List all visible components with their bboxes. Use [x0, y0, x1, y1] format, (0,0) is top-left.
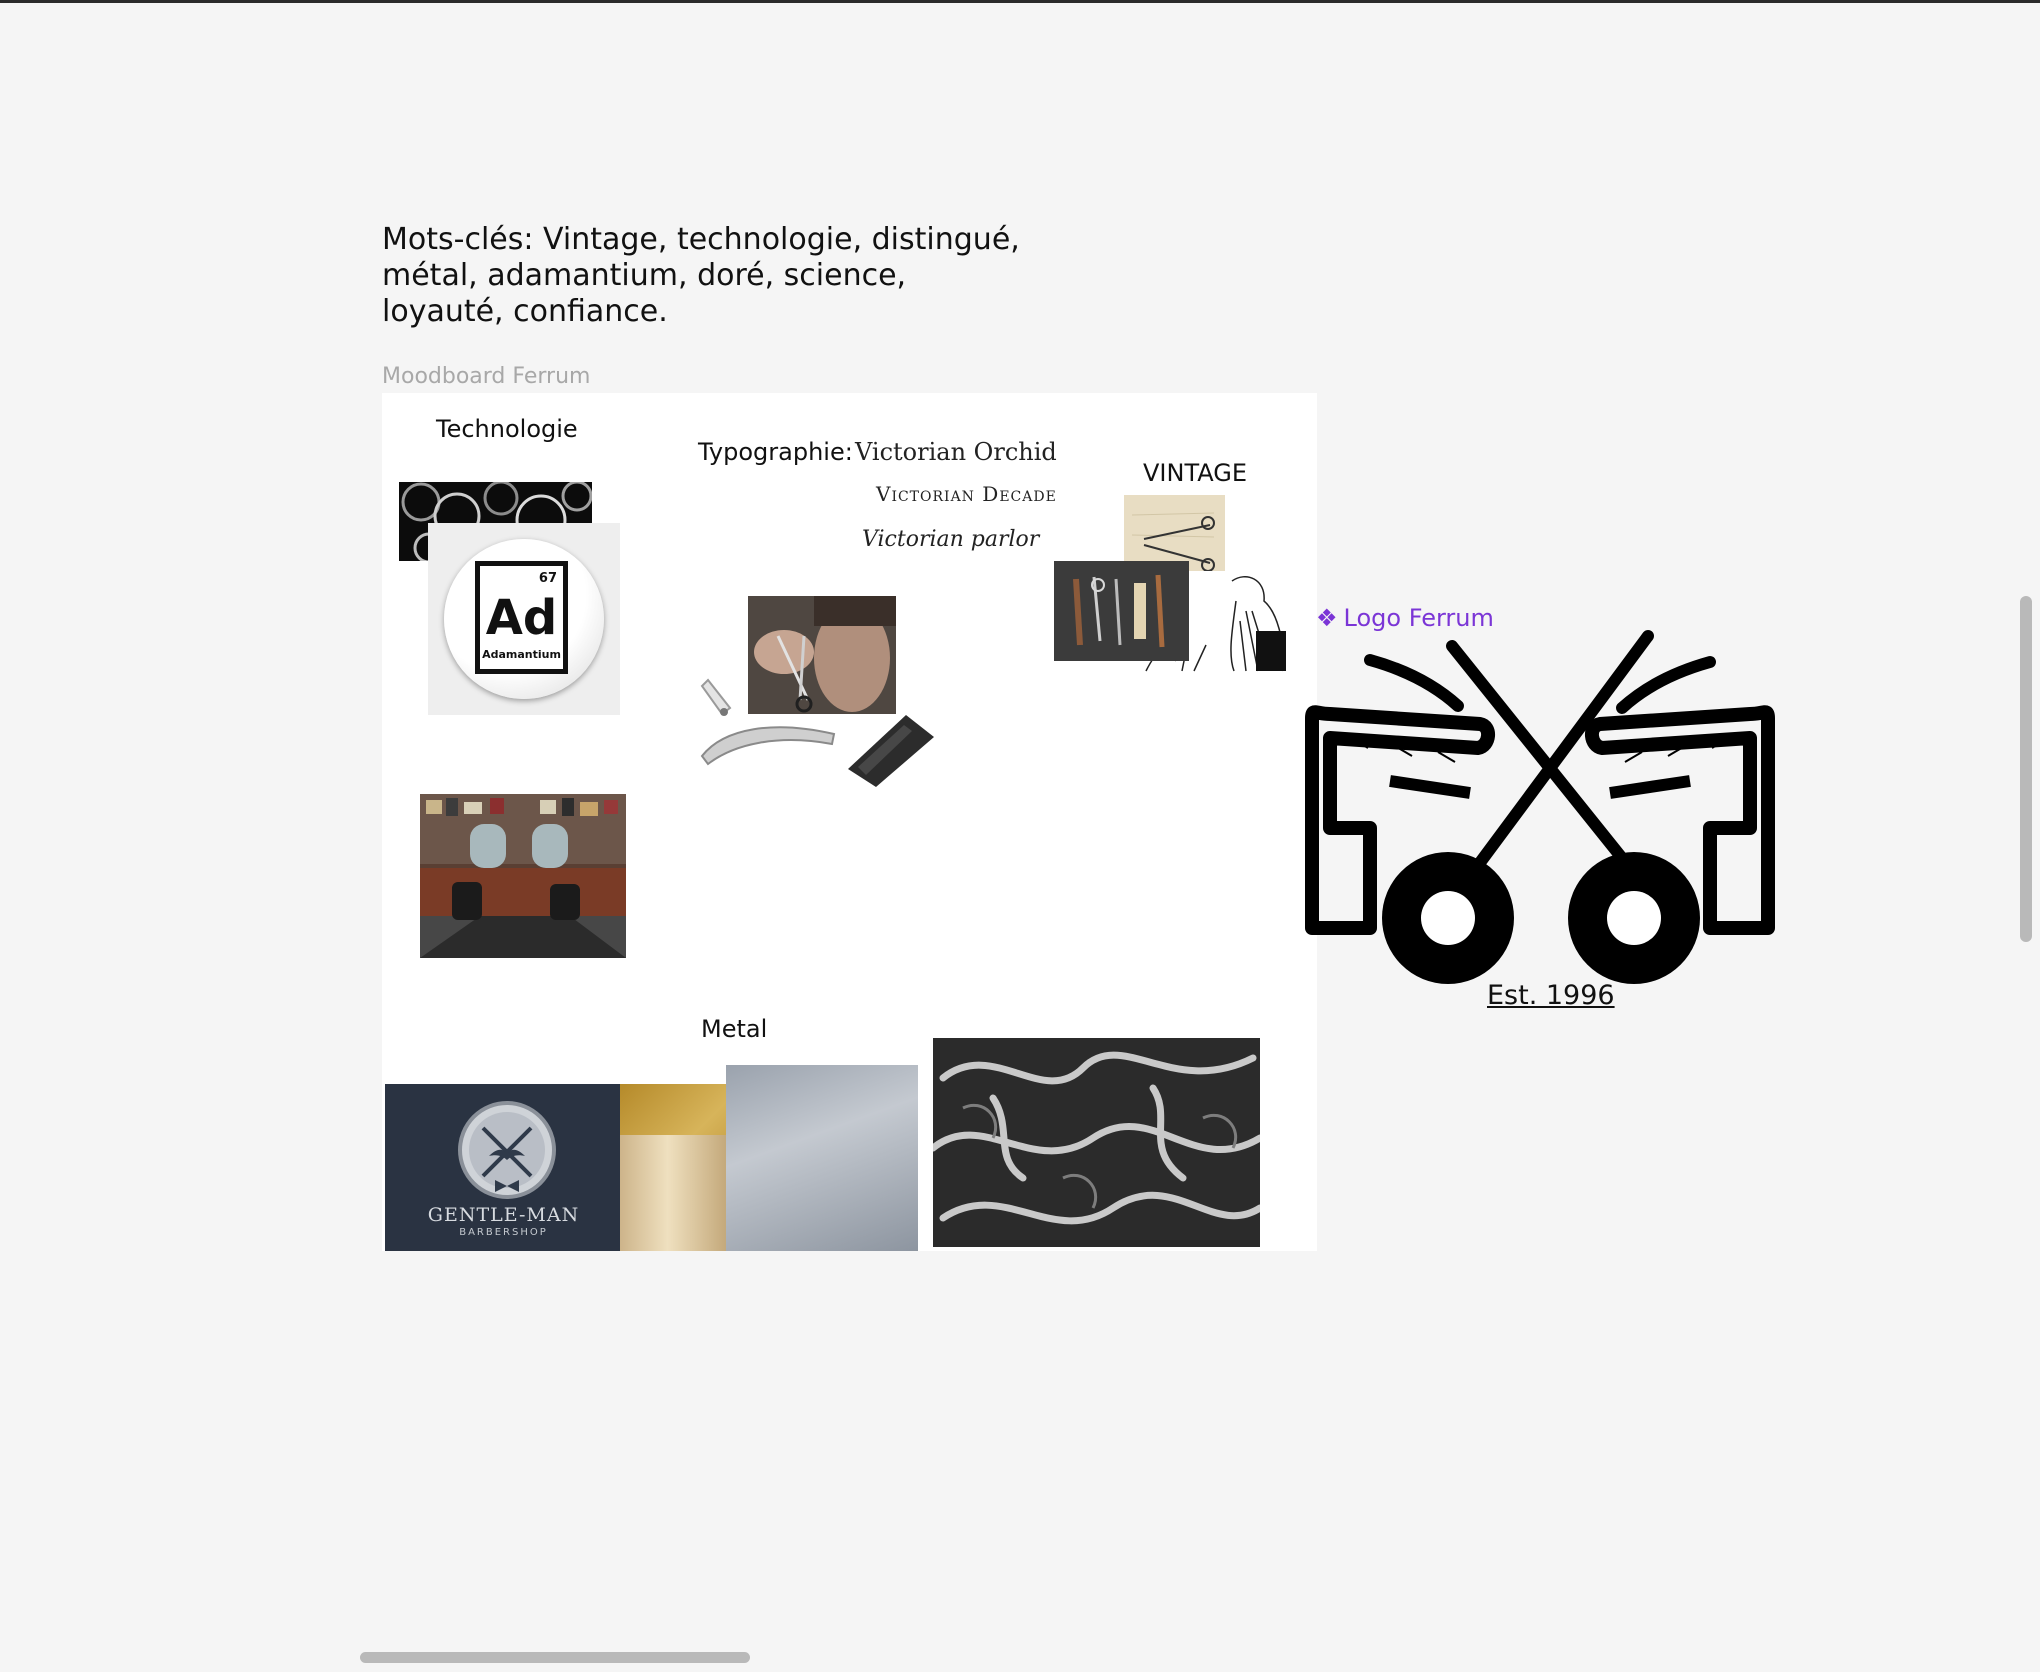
- label-metal: Metal: [701, 1015, 768, 1043]
- horizontal-scrollbar[interactable]: [360, 1652, 750, 1663]
- label-vintage: VINTAGE: [1143, 459, 1248, 487]
- image-silver-filigree[interactable]: [933, 1038, 1260, 1247]
- image-adamantium-badge[interactable]: 67 Ad Adamantium: [428, 523, 620, 715]
- image-brushed-steel[interactable]: [726, 1065, 918, 1251]
- label-technologie: Technologie: [436, 415, 578, 443]
- font-sample-victorian-parlor: Victorian parlor: [862, 527, 1040, 552]
- keywords-text[interactable]: Mots-clés: Vintage, technologie, disting…: [382, 222, 1022, 330]
- gentleman-sign-sub: BARBERSHOP: [459, 1227, 548, 1238]
- logo-ferrum-graphic[interactable]: [1300, 628, 1780, 988]
- element-tile: 67 Ad Adamantium: [475, 561, 568, 674]
- gentleman-sign-name: GENTLE-MAN: [427, 1204, 580, 1226]
- image-tool-pouch[interactable]: [846, 713, 936, 787]
- element-number: 67: [538, 571, 557, 586]
- element-symbol: Ad: [485, 590, 558, 646]
- vertical-scrollbar[interactable]: [2020, 596, 2032, 942]
- image-brushed-gold[interactable]: [620, 1135, 726, 1251]
- image-vintage-barber-tools[interactable]: [1054, 561, 1189, 661]
- font-sample-victorian-orchid: Victorian Orchid: [855, 438, 1057, 466]
- font-sample-victorian-decade: Victorian Decade: [876, 482, 1057, 506]
- image-barbershop-interior[interactable]: [420, 794, 626, 958]
- label-typographie: Typographie:: [698, 438, 853, 466]
- moodboard-frame[interactable]: Technologie Typographie: Victorian Orchi…: [382, 393, 1317, 1251]
- logo-tagline[interactable]: Est. 1996: [1487, 980, 1615, 1011]
- image-gentleman-barbershop-sign[interactable]: GENTLE-MAN BARBERSHOP: [385, 1084, 622, 1251]
- element-name: Adamantium: [482, 648, 561, 661]
- frame-label-moodboard[interactable]: Moodboard Ferrum: [382, 364, 590, 389]
- image-straight-razor[interactable]: [694, 678, 844, 768]
- top-rule: [0, 0, 2040, 3]
